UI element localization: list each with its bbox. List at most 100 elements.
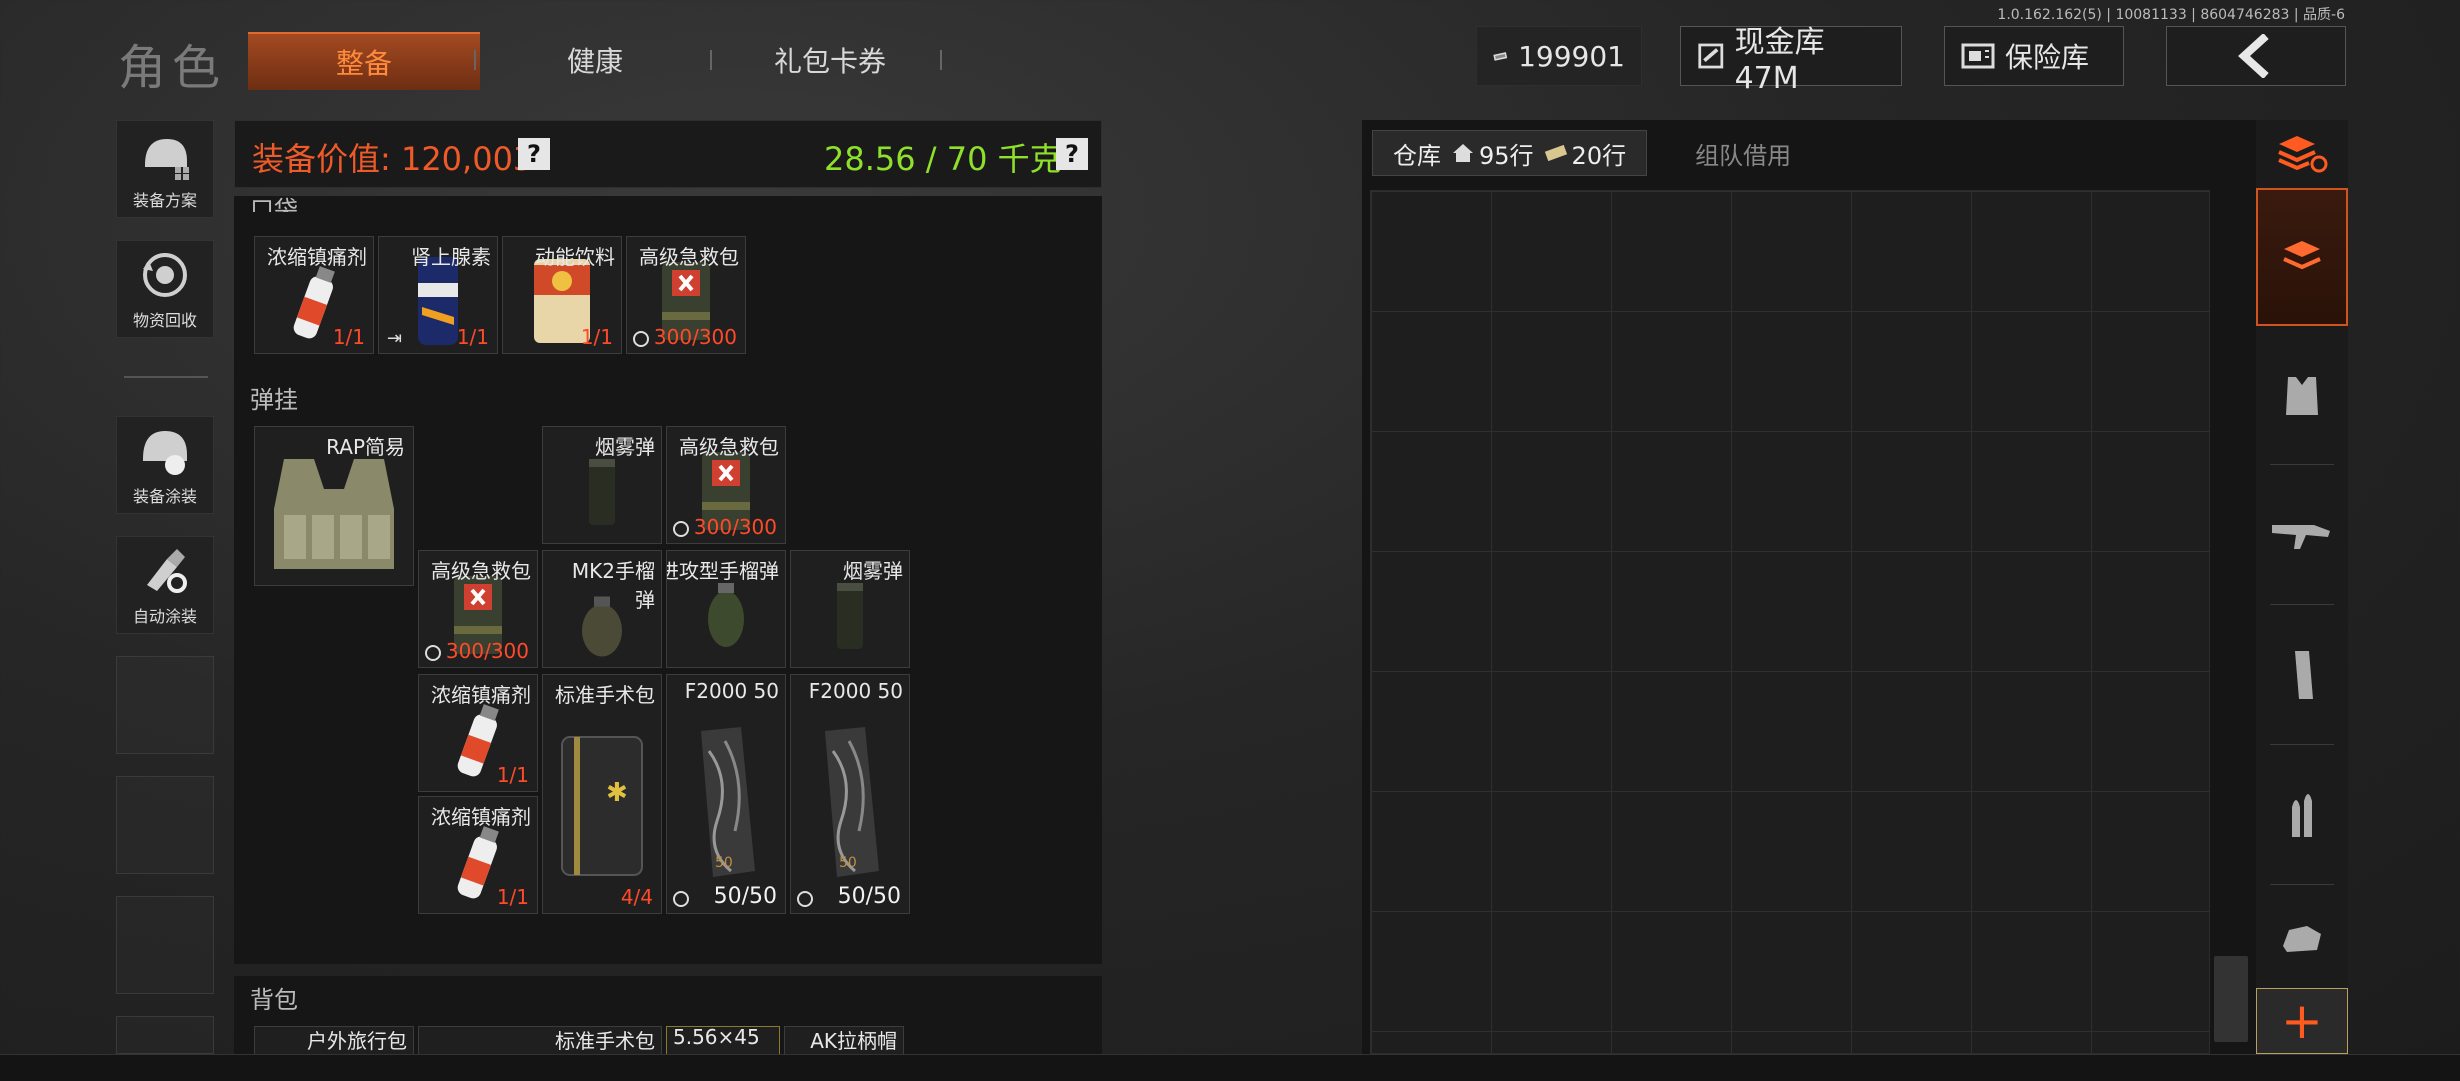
paint-button[interactable]: 装备涂装 bbox=[116, 416, 214, 514]
backpack-slot[interactable]: 标准手术包 bbox=[418, 1026, 662, 1056]
warehouse-scrollbar[interactable] bbox=[2214, 956, 2248, 1042]
item-name: 肾上腺素 bbox=[411, 245, 491, 269]
magazine-icon bbox=[2295, 651, 2313, 699]
backpack-slot[interactable]: AK拉柄帽 bbox=[784, 1026, 904, 1056]
category-divider bbox=[2270, 744, 2334, 745]
empty-slot bbox=[116, 1016, 214, 1054]
tab-divider bbox=[710, 50, 712, 70]
empty-slot bbox=[116, 776, 214, 874]
currency-display[interactable]: 199901 bbox=[1476, 26, 1642, 86]
item-count: 1/1 bbox=[580, 325, 613, 349]
loadout-plan-button[interactable]: 装备方案 bbox=[116, 120, 214, 218]
auto-paint-label: 自动涂装 bbox=[132, 607, 197, 626]
add-category-button[interactable]: + bbox=[2256, 988, 2348, 1054]
recycle-icon bbox=[143, 253, 187, 297]
ticket-icon bbox=[1544, 144, 1567, 162]
item-name: 浓缩镇痛剂 bbox=[431, 683, 531, 707]
item-count: 1/1 bbox=[496, 763, 529, 787]
ticket-rows: 20行 bbox=[1571, 141, 1627, 170]
category-magazines[interactable] bbox=[2256, 606, 2348, 744]
weight-display: 28.56 / 70 千克 bbox=[824, 140, 1062, 178]
item-name: 烟雾弹 bbox=[843, 559, 903, 583]
pocket-slot[interactable]: 高级急救包 300/300 bbox=[626, 236, 746, 354]
category-divider bbox=[2270, 464, 2334, 465]
auto-paint-button[interactable]: 自动涂装 bbox=[116, 536, 214, 634]
item-count: 1/1 bbox=[456, 325, 489, 349]
pocket-slot[interactable]: 肾上腺素 ⇥ 1/1 bbox=[378, 236, 498, 354]
rig-slot[interactable]: 浓缩镇痛剂 1/1 bbox=[418, 796, 538, 914]
pocket-slot[interactable]: 动能饮料 1/1 bbox=[502, 236, 622, 354]
rig-slot[interactable]: 进攻型手榴弹 bbox=[666, 550, 786, 668]
category-weapons[interactable] bbox=[2256, 466, 2348, 604]
tab-gift-cards[interactable]: 礼包卡券 bbox=[720, 32, 940, 88]
item-count: 50/50 bbox=[713, 884, 777, 909]
surgery-kit-icon: ✱ bbox=[561, 735, 643, 876]
category-armor[interactable] bbox=[2256, 326, 2348, 464]
tab-team-borrow[interactable]: 组队借用 bbox=[1647, 130, 1811, 176]
weight-help-icon[interactable]: ? bbox=[1056, 138, 1088, 170]
safe-label: 保险库 bbox=[2005, 41, 2090, 74]
safe-button[interactable]: 保险库 bbox=[1944, 26, 2124, 86]
brush-gear-icon bbox=[147, 549, 187, 593]
equip-arrow-icon: ⇥ bbox=[387, 328, 403, 349]
rig-slot[interactable]: 高级急救包 300/300 bbox=[666, 426, 786, 544]
item-name: 标准手术包 bbox=[555, 1029, 655, 1053]
warehouse-tabs: 仓库 95行 20行 组队借用 bbox=[1372, 130, 1811, 176]
category-all[interactable] bbox=[2256, 188, 2348, 326]
rig-title: 弹挂 bbox=[250, 386, 298, 414]
item-name: 高级急救包 bbox=[679, 435, 779, 459]
layers-icon bbox=[2283, 241, 2321, 270]
category-ammo[interactable] bbox=[2256, 746, 2348, 884]
backpack-slot[interactable]: 5.56×45 bbox=[666, 1026, 780, 1056]
currency-amount: 199901 bbox=[1518, 39, 1625, 73]
backpack-slot[interactable]: 户外旅行包 bbox=[254, 1026, 414, 1056]
rig-slot[interactable]: 烟雾弹 bbox=[542, 426, 662, 544]
home-icon bbox=[1453, 144, 1473, 162]
durability-icon bbox=[425, 645, 441, 661]
rig-slot[interactable]: RAP简易 bbox=[254, 426, 414, 586]
rig-slot[interactable]: 浓缩镇痛剂 1/1 bbox=[418, 674, 538, 792]
bullets-icon bbox=[2292, 794, 2312, 837]
tab-loadout[interactable]: 整备 bbox=[248, 32, 480, 90]
tab-divider bbox=[474, 50, 476, 70]
category-divider bbox=[2270, 884, 2334, 885]
rig-slot[interactable]: MK2手榴弹 bbox=[542, 550, 662, 668]
item-name: 高级急救包 bbox=[431, 559, 531, 583]
category-attachments[interactable] bbox=[2256, 886, 2348, 986]
magazine-icon: 50 bbox=[825, 726, 879, 877]
value-help-icon[interactable]: ? bbox=[518, 138, 550, 170]
item-name: 5.56×45 bbox=[673, 1026, 760, 1049]
safe-icon bbox=[1961, 43, 1995, 69]
back-button[interactable] bbox=[2166, 26, 2346, 86]
item-name: F2000 50 bbox=[808, 679, 903, 703]
cash-store-label: 现金库 47M bbox=[1734, 24, 1825, 96]
pocket-slot[interactable]: 浓缩镇痛剂 1/1 bbox=[254, 236, 374, 354]
category-sort-button[interactable] bbox=[2256, 122, 2348, 186]
rig-slot[interactable]: ✱ 标准手术包 4/4 bbox=[542, 674, 662, 914]
item-count: 1/1 bbox=[332, 325, 365, 349]
paint-label: 装备涂装 bbox=[132, 487, 197, 506]
empty-slot bbox=[116, 656, 214, 754]
offensive-grenade-icon bbox=[708, 582, 744, 647]
rig-slot[interactable]: 50 F2000 50 50/50 bbox=[790, 674, 910, 914]
item-count: 50/50 bbox=[837, 884, 901, 909]
tab-health[interactable]: 健康 bbox=[500, 32, 690, 88]
cash-store-button[interactable]: 现金库 47M bbox=[1680, 25, 1902, 96]
svg-text:50: 50 bbox=[715, 855, 733, 871]
item-count: 300/300 bbox=[445, 639, 529, 663]
rig-slot[interactable]: 高级急救包 300/300 bbox=[418, 550, 538, 668]
rig-slot[interactable]: 50 F2000 50 50/50 bbox=[666, 674, 786, 914]
item-name: RAP简易 bbox=[326, 435, 405, 459]
rig-slot[interactable]: 烟雾弹 bbox=[790, 550, 910, 668]
tab-warehouse[interactable]: 仓库 95行 20行 bbox=[1372, 130, 1648, 176]
durability-icon bbox=[673, 521, 689, 537]
cash-store-icon bbox=[1698, 43, 1724, 69]
smoke-grenade-icon bbox=[589, 458, 615, 525]
item-count: 300/300 bbox=[653, 325, 737, 349]
chest-rig-icon bbox=[274, 458, 394, 569]
recycle-label: 物资回收 bbox=[132, 311, 197, 330]
warehouse-grid[interactable] bbox=[1370, 190, 2210, 1054]
item-name: 动能饮料 bbox=[535, 245, 615, 269]
recycle-button[interactable]: 物资回收 bbox=[116, 240, 214, 338]
helmet-icon bbox=[145, 139, 189, 180]
